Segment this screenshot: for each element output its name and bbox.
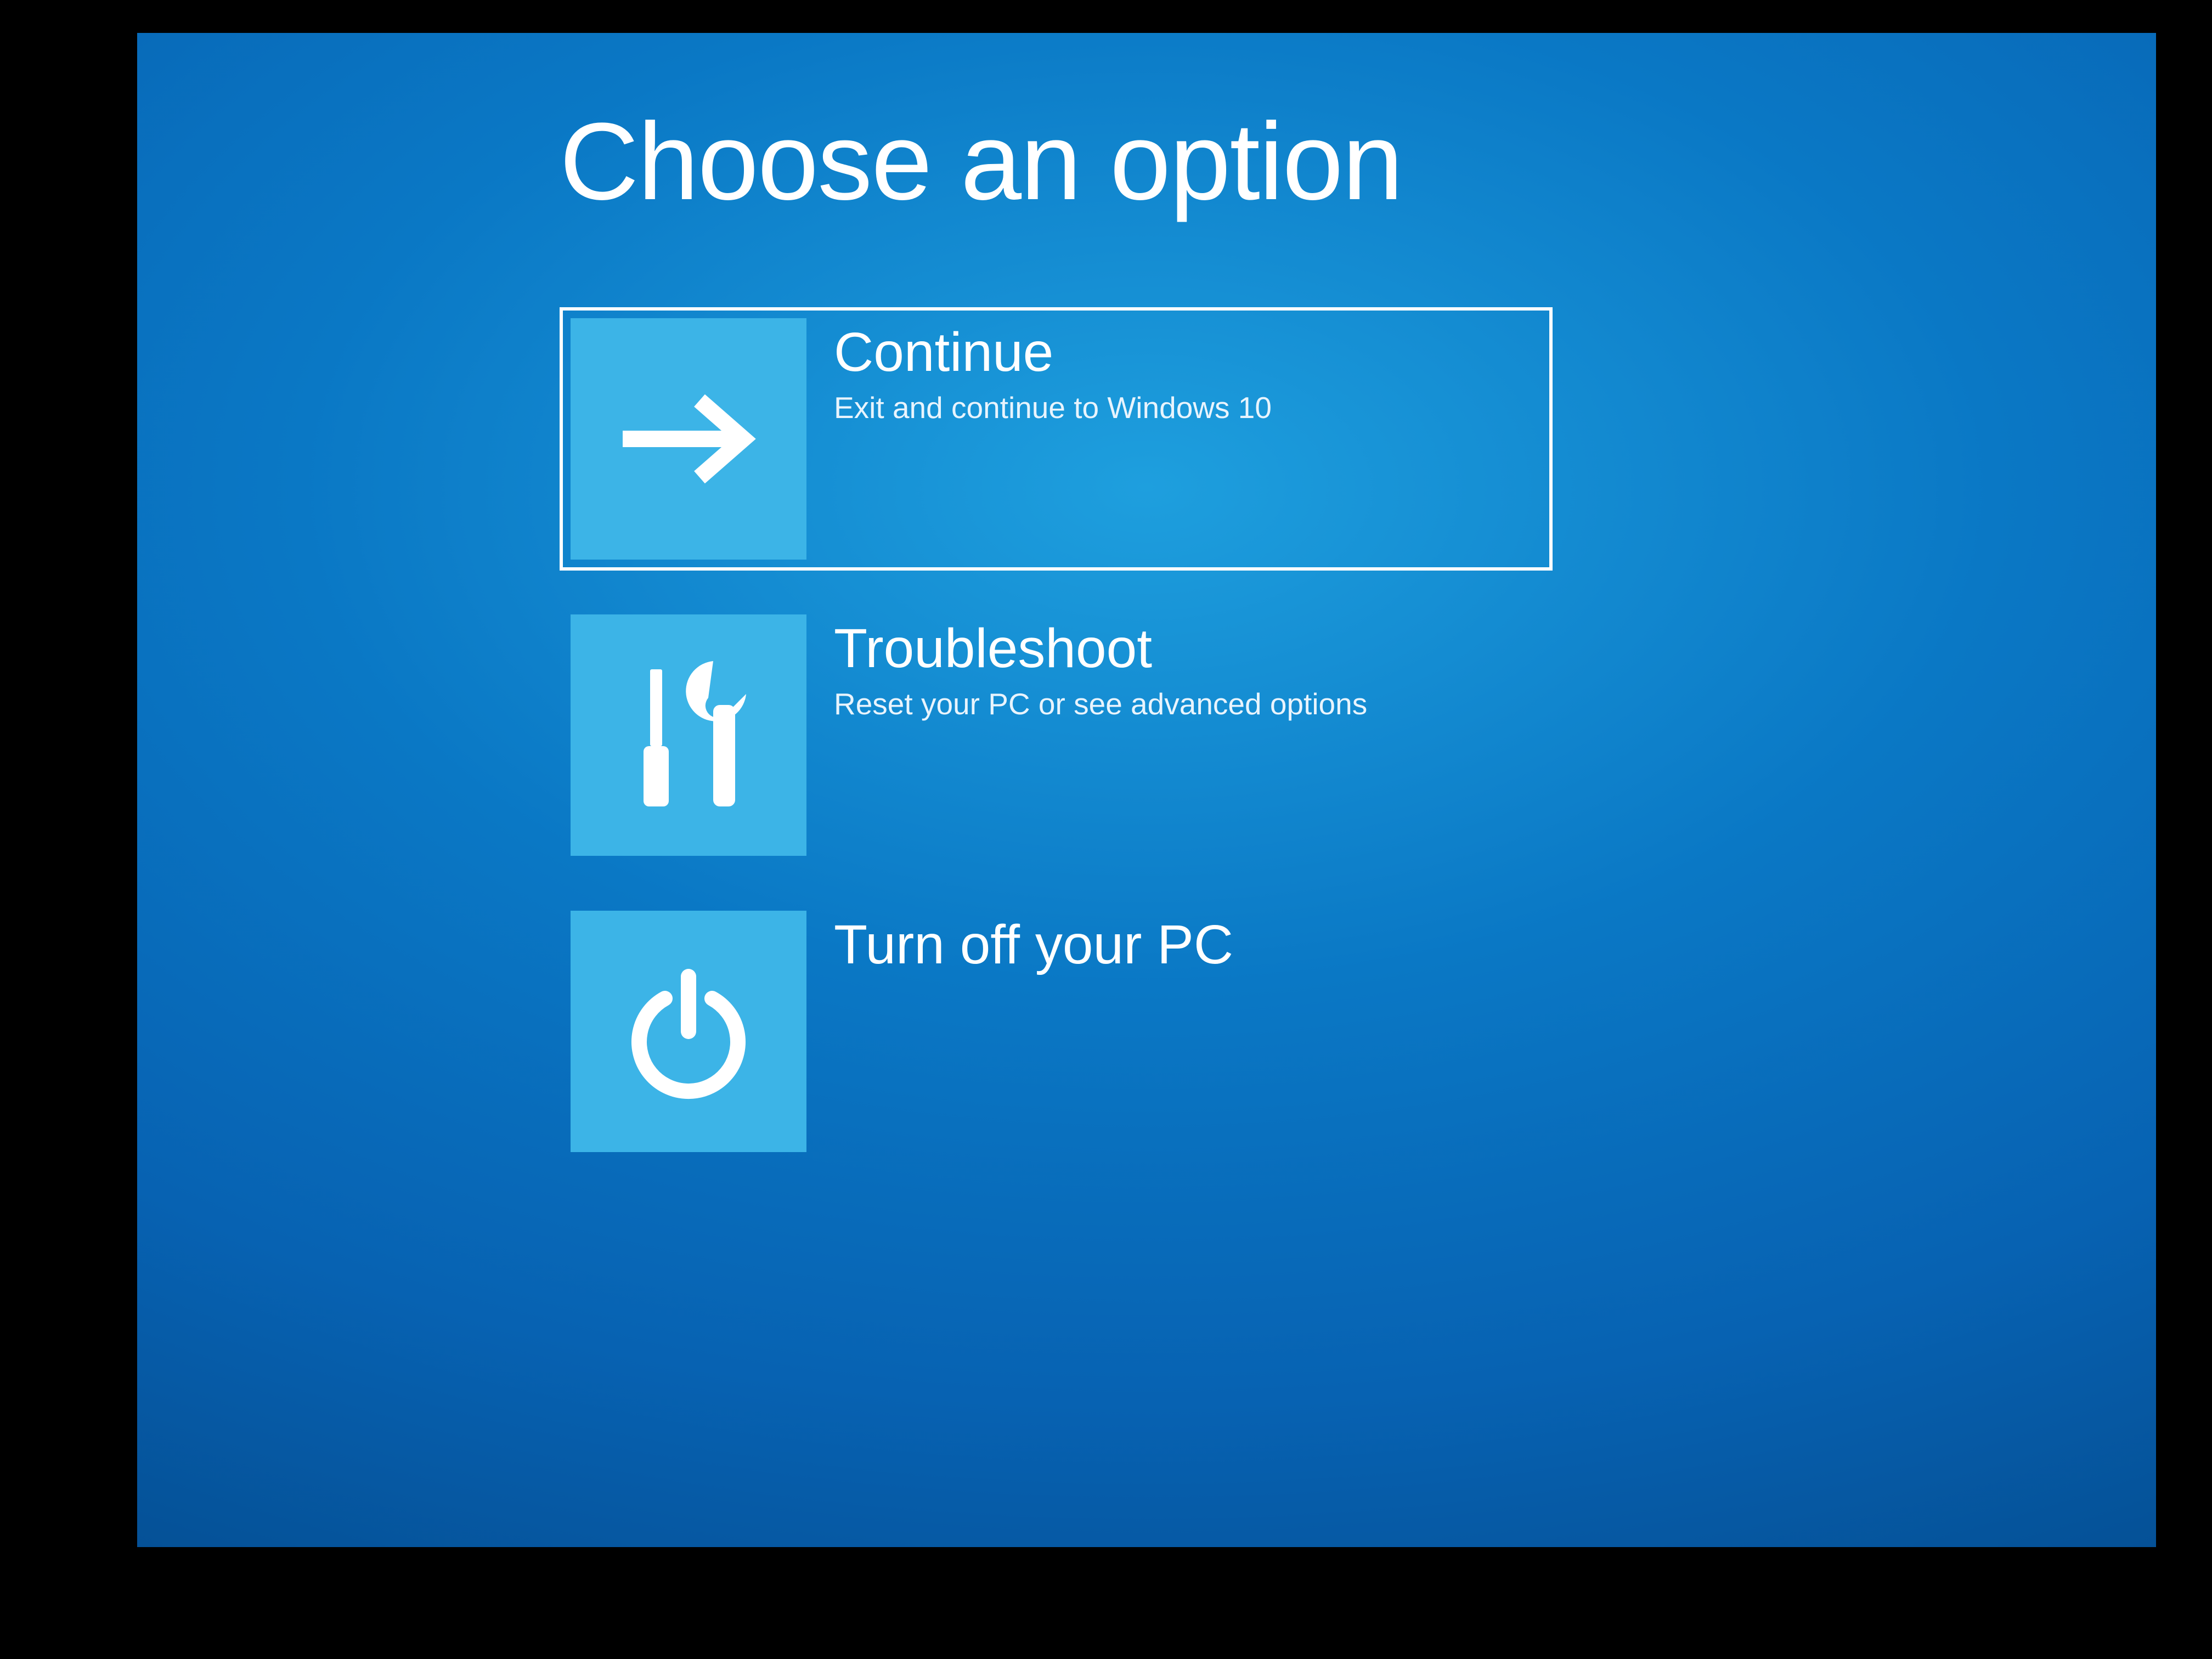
continue-option[interactable]: Continue Exit and continue to Windows 10: [560, 307, 1553, 571]
poweroff-tile: [571, 911, 806, 1152]
troubleshoot-desc: Reset your PC or see advanced options: [834, 686, 1367, 722]
troubleshoot-title: Troubleshoot: [834, 620, 1367, 678]
continue-desc: Exit and continue to Windows 10: [834, 390, 1272, 426]
troubleshoot-label-block: Troubleshoot Reset your PC or see advanc…: [806, 614, 1367, 856]
choose-option-panel: Choose an option: [560, 99, 1876, 1163]
photo-frame: Choose an option: [0, 0, 2212, 1659]
power-icon: [617, 960, 760, 1103]
troubleshoot-tile: [571, 614, 806, 856]
poweroff-title: Turn off your PC: [834, 916, 1233, 974]
options-list: Continue Exit and continue to Windows 10: [560, 307, 1876, 1163]
troubleshoot-option[interactable]: Troubleshoot Reset your PC or see advanc…: [560, 603, 1553, 867]
tools-icon: [617, 653, 760, 817]
arrow-right-icon: [606, 384, 771, 494]
page-title: Choose an option: [560, 99, 1876, 225]
winre-screen: Choose an option: [137, 33, 2156, 1547]
poweroff-label-block: Turn off your PC: [806, 911, 1233, 1152]
poweroff-option[interactable]: Turn off your PC: [560, 900, 1553, 1163]
continue-label-block: Continue Exit and continue to Windows 10: [806, 318, 1272, 560]
continue-tile: [571, 318, 806, 560]
continue-title: Continue: [834, 324, 1272, 381]
